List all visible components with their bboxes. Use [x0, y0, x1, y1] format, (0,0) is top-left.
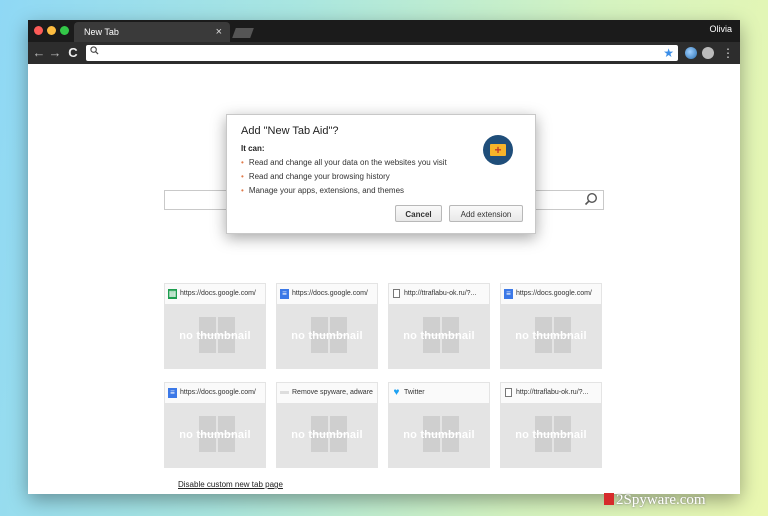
- new-tab-aid-extension-icon: +: [483, 135, 513, 165]
- extension-gray-icon[interactable]: [702, 47, 714, 59]
- docs-icon: ≡: [168, 388, 177, 398]
- most-visited-tile[interactable]: http://ttraflabu-ok.ru/?... no thumbnail: [388, 283, 490, 369]
- profile-name[interactable]: Olivia: [709, 24, 732, 34]
- bullet-icon: •: [241, 158, 244, 167]
- most-visited-tile[interactable]: ♥ Twitter no thumbnail: [388, 382, 490, 468]
- cancel-button[interactable]: Cancel: [395, 205, 442, 222]
- page-icon: [505, 388, 512, 397]
- shield-logo-icon: [604, 493, 614, 505]
- disable-custom-new-tab-link[interactable]: Disable custom new tab page: [178, 480, 283, 489]
- permission-item: • Manage your apps, extensions, and theme…: [241, 186, 405, 195]
- bookmark-star-icon[interactable]: ★: [663, 45, 674, 61]
- tile-url: http://ttraflabu-ok.ru/?...: [516, 389, 589, 396]
- add-extension-dialog: Add "New Tab Aid"? It can: • Read and cha…: [226, 114, 536, 234]
- site-icon: [280, 391, 289, 394]
- title-bar: New Tab × Olivia: [28, 20, 740, 42]
- toolbar: ← → C ★ ⋮: [28, 42, 740, 64]
- thumbnail-placeholder: no thumbnail: [277, 304, 377, 368]
- page-icon: [393, 289, 400, 298]
- watermark-text: 2Spyware.com: [616, 492, 706, 508]
- thumbnail-placeholder: no thumbnail: [389, 304, 489, 368]
- back-arrow-icon[interactable]: ←: [32, 45, 46, 61]
- new-tab-button[interactable]: [232, 28, 254, 38]
- tab-title: New Tab: [84, 27, 119, 37]
- maximize-window-button[interactable]: [60, 26, 69, 35]
- menu-dots-icon[interactable]: ⋮: [722, 45, 734, 61]
- forward-arrow-icon[interactable]: →: [48, 45, 62, 61]
- address-bar[interactable]: ★: [86, 45, 678, 61]
- minimize-window-button[interactable]: [47, 26, 56, 35]
- most-visited-tile[interactable]: Remove spyware, adware no thumbnail: [276, 382, 378, 468]
- permission-item: • Read and change your browsing history: [241, 172, 390, 181]
- sheets-icon: ▦: [168, 289, 177, 299]
- most-visited-tile[interactable]: ▦ https://docs.google.com/ no thumbnail: [164, 283, 266, 369]
- thumbnail-placeholder: no thumbnail: [389, 403, 489, 467]
- tile-url: https://docs.google.com/: [180, 290, 256, 297]
- browser-window: New Tab × Olivia ← → C ★ ⋮ Add "New Tab …: [28, 20, 740, 494]
- tile-url: https://docs.google.com/: [516, 290, 592, 297]
- dialog-title: Add "New Tab Aid"?: [241, 125, 339, 137]
- thumbnail-placeholder: no thumbnail: [277, 403, 377, 467]
- tab-new-tab[interactable]: New Tab ×: [74, 22, 230, 42]
- docs-icon: ≡: [504, 289, 513, 299]
- bullet-icon: •: [241, 172, 244, 181]
- magnifier-icon[interactable]: [584, 192, 598, 210]
- most-visited-tile[interactable]: ≡ https://docs.google.com/ no thumbnail: [276, 283, 378, 369]
- thumbnail-placeholder: no thumbnail: [501, 304, 601, 368]
- most-visited-tile[interactable]: ≡ https://docs.google.com/ no thumbnail: [164, 382, 266, 468]
- extension-globe-icon[interactable]: [685, 47, 697, 59]
- close-window-button[interactable]: [34, 26, 43, 35]
- thumbnail-placeholder: no thumbnail: [501, 403, 601, 467]
- bullet-icon: •: [241, 186, 244, 195]
- permission-item: • Read and change all your data on the we…: [241, 158, 447, 167]
- tile-url: Twitter: [404, 389, 425, 396]
- docs-icon: ≡: [280, 289, 289, 299]
- tile-url: https://docs.google.com/: [180, 389, 256, 396]
- tile-url: https://docs.google.com/: [292, 290, 368, 297]
- permissions-heading: It can:: [241, 144, 265, 153]
- search-icon: [90, 46, 99, 58]
- twitter-icon: ♥: [393, 387, 400, 398]
- add-extension-button[interactable]: Add extension: [449, 205, 523, 222]
- new-tab-page: Add "New Tab Aid"? It can: • Read and cha…: [28, 64, 740, 494]
- tile-url: http://ttraflabu-ok.ru/?...: [404, 290, 477, 297]
- tile-url: Remove spyware, adware: [292, 389, 373, 396]
- most-visited-tile[interactable]: http://ttraflabu-ok.ru/?... no thumbnail: [500, 382, 602, 468]
- most-visited-tile[interactable]: ≡ https://docs.google.com/ no thumbnail: [500, 283, 602, 369]
- thumbnail-placeholder: no thumbnail: [165, 403, 265, 467]
- tab-close-icon[interactable]: ×: [216, 22, 222, 42]
- watermark: 2Spyware.com: [604, 492, 706, 512]
- thumbnail-placeholder: no thumbnail: [165, 304, 265, 368]
- reload-icon[interactable]: C: [66, 45, 80, 61]
